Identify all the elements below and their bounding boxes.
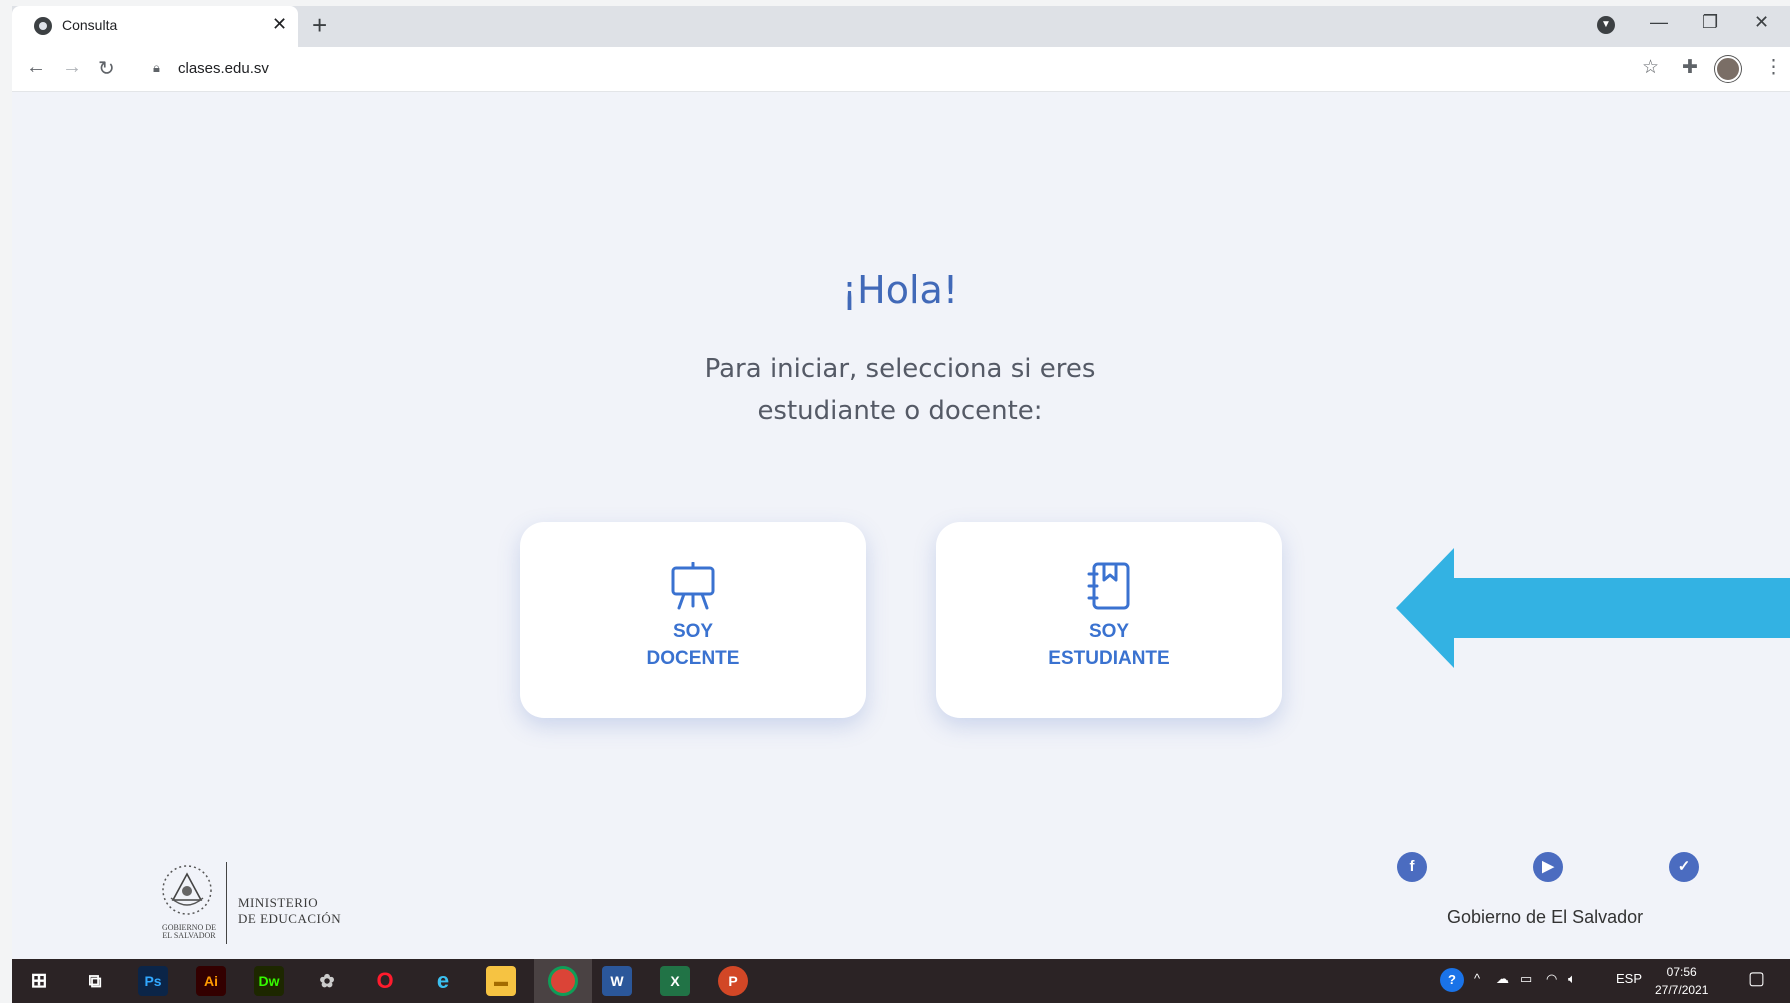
opera-icon[interactable]: O (370, 966, 400, 996)
facebook-icon[interactable]: f (1397, 852, 1427, 882)
browser-window: Consulta ✕ + ▼ — ❐ ✕ ← → ↻ 🔒︎ clases.edu… (12, 6, 1790, 959)
tab-bar: Consulta ✕ + ▼ — ❐ ✕ (12, 6, 1790, 47)
instruction-line-2: estudiante o docente: (757, 396, 1043, 426)
favicon-icon (34, 17, 52, 35)
tab-search-icon[interactable]: ▼ (1597, 16, 1615, 34)
ministry-name: MINISTERIO DE EDUCACIÓN (238, 895, 341, 927)
powerpoint-icon[interactable]: P (718, 966, 748, 996)
government-seal-icon (162, 865, 212, 915)
clock-date: 27/7/2021 (1655, 983, 1709, 997)
new-tab-button[interactable]: + (312, 10, 327, 41)
excel-icon[interactable]: X (660, 966, 690, 996)
word-icon[interactable]: W (602, 966, 632, 996)
tab-title: Consulta (62, 17, 118, 33)
notifications-icon[interactable]: ▢ (1748, 968, 1765, 989)
paint-icon[interactable]: ✿ (312, 966, 342, 996)
language-indicator[interactable]: ESP (1616, 971, 1642, 986)
menu-icon[interactable]: ⋮ (1764, 56, 1783, 79)
extensions-icon[interactable]: ✚ (1682, 56, 1698, 79)
reload-icon[interactable]: ↻ (98, 56, 115, 81)
notebook-icon (1087, 562, 1130, 610)
dreamweaver-icon[interactable]: Dw (254, 966, 284, 996)
seal-caption: GOBIERNO DE EL SALVADOR (157, 924, 221, 940)
file-explorer-icon[interactable]: ▬ (486, 966, 516, 996)
teacher-card-button[interactable]: SOY DOCENTE (520, 522, 866, 718)
student-card-line2: ESTUDIANTE (1048, 648, 1170, 669)
chevron-up-icon[interactable]: ^ (1474, 971, 1480, 986)
address-bar[interactable]: 🔒︎ clases.edu.sv (135, 53, 1765, 85)
instruction-line-1: Para iniciar, selecciona si eres (704, 354, 1096, 384)
help-icon[interactable]: ? (1440, 968, 1464, 992)
pointer-arrow-icon (1396, 548, 1790, 668)
minimize-button[interactable]: — (1650, 12, 1668, 33)
page-content: ¡Hola! Para iniciar, selecciona si eres … (12, 92, 1790, 959)
bookmark-star-icon[interactable]: ☆ (1642, 56, 1659, 79)
instruction-text: Para iniciar, selecciona si eres estudia… (12, 348, 1788, 432)
profile-avatar[interactable] (1715, 56, 1741, 82)
clock[interactable]: 07:56 27/7/2021 (1655, 963, 1708, 999)
chrome-icon[interactable] (548, 966, 578, 996)
government-text: Gobierno de El Salvador (1447, 907, 1644, 927)
tab-close-button[interactable]: ✕ (272, 14, 287, 35)
volume-icon[interactable]: 🔈︎ (1568, 971, 1576, 987)
twitter-icon[interactable]: ✓ (1669, 852, 1699, 882)
ministry-line2: DE EDUCACIÓN (238, 911, 342, 926)
ministry-line1: MINISTERIO (238, 895, 319, 910)
illustrator-icon[interactable]: Ai (196, 966, 226, 996)
clock-time: 07:56 (1666, 965, 1697, 979)
photoshop-icon[interactable]: Ps (138, 966, 168, 996)
back-icon[interactable]: ← (26, 56, 46, 79)
close-window-button[interactable]: ✕ (1754, 12, 1769, 33)
logo-divider (226, 862, 227, 944)
task-view-icon[interactable]: ⧉ (80, 966, 110, 996)
forward-icon[interactable]: → (62, 56, 82, 79)
student-card-label: SOY ESTUDIANTE (936, 618, 1282, 672)
greeting-heading: ¡Hola! (841, 268, 959, 312)
url-text[interactable]: clases.edu.sv (178, 60, 269, 77)
browser-toolbar: ← → ↻ 🔒︎ clases.edu.sv ☆ ✚ ⋮ (12, 47, 1790, 92)
cloud-icon[interactable]: ☁ (1496, 971, 1509, 987)
windows-start-icon[interactable]: ⊞ (24, 966, 54, 996)
teacher-card-line1: SOY (672, 621, 714, 642)
student-card-line1: SOY (1088, 621, 1130, 642)
edge-icon[interactable]: e (428, 966, 458, 996)
windows-taskbar: ⊞ ⧉ Ps Ai Dw ✿ O e ▬ W X P ? ^ ☁ ▭ ◠ 🔈︎ … (12, 959, 1790, 1003)
browser-tab[interactable]: Consulta ✕ (12, 6, 298, 47)
seal-caption-line2: EL SALVADOR (162, 931, 216, 940)
teacher-card-line2: DOCENTE (646, 648, 740, 669)
easel-icon (671, 562, 715, 610)
lock-icon[interactable]: 🔒︎ (153, 60, 160, 76)
maximize-button[interactable]: ❐ (1702, 12, 1718, 33)
youtube-icon[interactable]: ▶ (1533, 852, 1563, 882)
student-card-button[interactable]: SOY ESTUDIANTE (936, 522, 1282, 718)
wifi-icon[interactable]: ◠ (1546, 971, 1557, 987)
teacher-card-label: SOY DOCENTE (520, 618, 866, 672)
battery-icon[interactable]: ▭ (1520, 971, 1532, 987)
